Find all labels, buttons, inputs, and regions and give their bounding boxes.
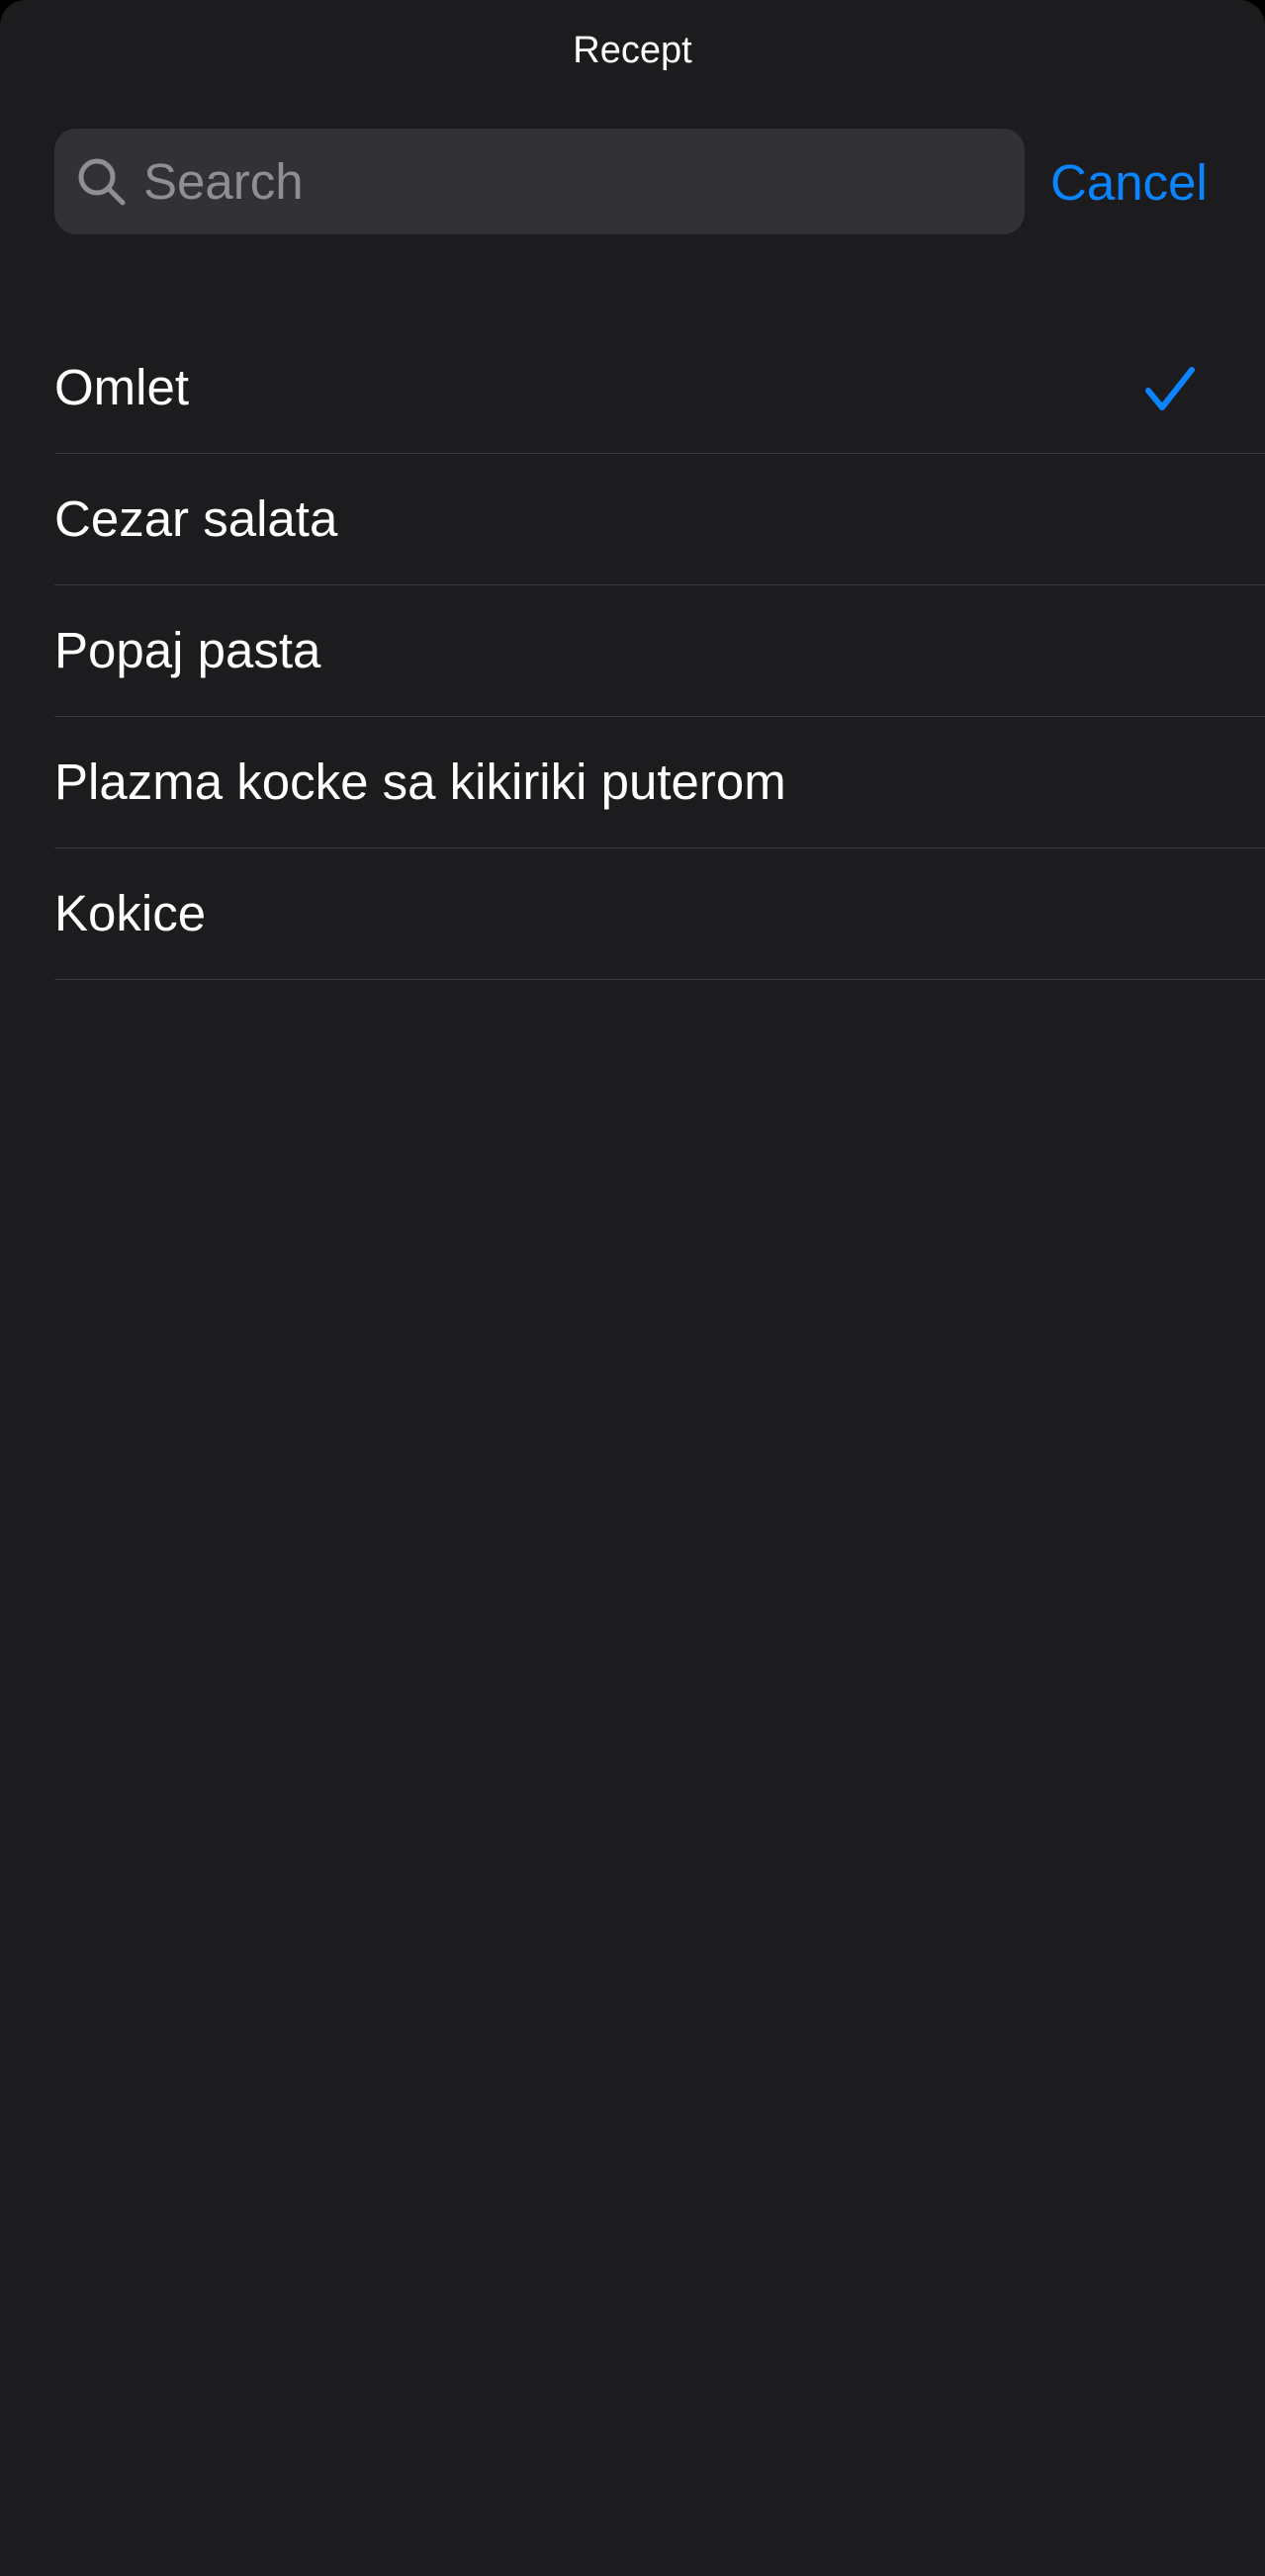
list-item-popaj-pasta[interactable]: Popaj pasta [0,585,1265,717]
recipe-list: Omlet Cezar salata Popaj pasta Plazma ko… [0,322,1265,980]
list-item-kokice[interactable]: Kokice [0,848,1265,980]
row-separator [54,979,1265,980]
search-icon [78,158,126,206]
recipe-picker-sheet: Recept Cancel Omlet Cezar salata Popaj p… [0,0,1265,2576]
list-item-cezar-salata[interactable]: Cezar salata [0,454,1265,585]
list-item-label: Omlet [54,359,190,415]
list-item-omlet[interactable]: Omlet [0,322,1265,454]
list-item-plazma-kocke[interactable]: Plazma kocke sa kikiriki puterom [0,717,1265,848]
checkmark-icon [1145,367,1195,410]
list-item-label: Plazma kocke sa kikiriki puterom [54,754,786,810]
search-input[interactable] [143,129,1004,234]
nav-title: Recept [573,30,692,71]
list-item-label: Cezar salata [54,490,338,547]
list-item-label: Kokice [54,885,207,941]
list-item-label: Popaj pasta [54,622,321,678]
search-field[interactable] [54,129,1025,234]
cancel-button[interactable]: Cancel [1050,148,1208,218]
